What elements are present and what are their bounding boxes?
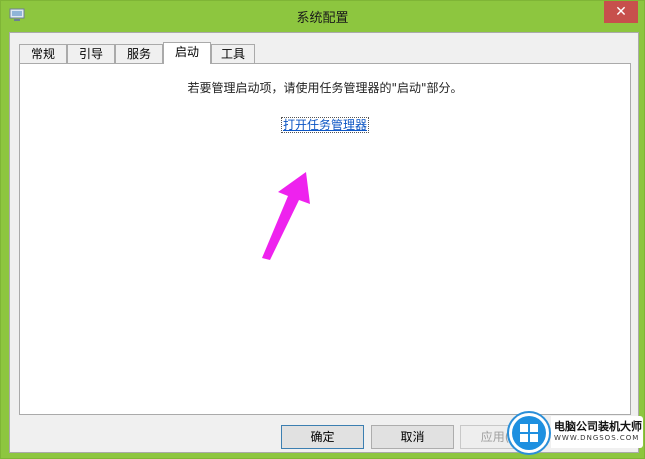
dialog-client: 常规 引导 服务 启动 工具 若要管理启动项，请使用任务管理器的"启动"部分。 …	[9, 32, 639, 453]
tab-general[interactable]: 常规	[19, 44, 67, 63]
ok-button[interactable]: 确定	[281, 425, 364, 449]
tab-boot[interactable]: 引导	[67, 44, 115, 63]
cancel-button[interactable]: 取消	[371, 425, 454, 449]
close-button[interactable]: ✕	[604, 1, 638, 23]
watermark-text: 电脑公司装机大师 WWW.DNGSOS.COM	[551, 416, 643, 448]
pointer-arrow-annotation	[262, 172, 310, 260]
window-title: 系统配置	[296, 11, 349, 26]
windows-logo-icon	[507, 411, 551, 455]
tab-tools[interactable]: 工具	[211, 44, 255, 63]
startup-panel: 若要管理启动项，请使用任务管理器的"启动"部分。 打开任务管理器	[19, 63, 631, 415]
watermark-url: WWW.DNGSOS.COM	[554, 434, 640, 442]
system-config-window: 系统配置 ✕ 常规 引导 服务 启动 工具 若要管理启动项，请使用任务管理器的"…	[0, 0, 645, 459]
tab-startup[interactable]: 启动	[163, 42, 211, 64]
watermark: 电脑公司装机大师 WWW.DNGSOS.COM	[507, 411, 645, 455]
title-bar[interactable]: 系统配置 ✕	[1, 1, 644, 31]
watermark-title: 电脑公司装机大师	[554, 420, 642, 433]
tab-services[interactable]: 服务	[115, 44, 163, 63]
